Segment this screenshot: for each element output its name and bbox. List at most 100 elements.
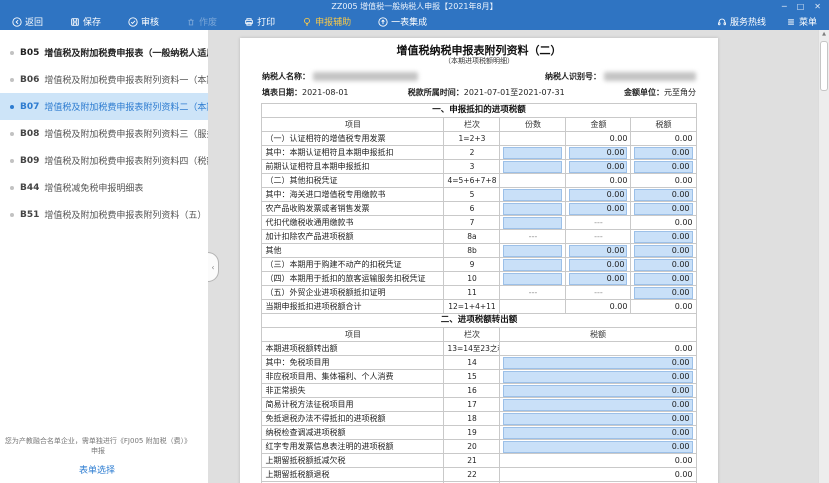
amount-input[interactable]: 0.00 — [503, 399, 692, 411]
amount-value: 0.00 — [631, 216, 696, 230]
back-button[interactable]: 返回 — [12, 15, 43, 28]
row-label: 其中：免税项目用 — [262, 356, 444, 370]
content-scrollbar[interactable]: ▲ — [818, 30, 829, 483]
table-row: 简易计税方法征税项目用170.00 — [262, 398, 696, 412]
sidebar-collapse-handle[interactable]: ‹ — [208, 252, 219, 282]
column-header: 税额 — [631, 118, 696, 132]
print-icon — [244, 17, 254, 27]
one-table-integrate-button[interactable]: 一表集成 — [378, 15, 427, 28]
menu-button[interactable]: 菜单 — [786, 15, 817, 28]
amount-input[interactable]: 0.00 — [634, 147, 692, 159]
window-controls: ─ □ ✕ — [782, 0, 821, 13]
sidebar-list: B05 增值税及附加税费申报表（一般纳税人适用） B06增值税及附加税费申报表附列资… — [0, 30, 208, 228]
bullet-icon — [10, 105, 14, 109]
amount-value: 0.00 — [500, 342, 696, 356]
close-button[interactable]: ✕ — [814, 0, 821, 13]
amount-input[interactable]: 0.00 — [569, 245, 627, 257]
amount-input[interactable]: 0.00 — [503, 357, 692, 369]
form-title: 增值税纳税申报表附列资料（二） — [240, 44, 718, 57]
maximize-button[interactable]: □ — [797, 0, 805, 13]
row-index: 16 — [444, 384, 500, 398]
row-index: 6 — [444, 202, 500, 216]
bullet-icon — [10, 132, 14, 136]
amount-input[interactable]: 0.00 — [569, 259, 627, 271]
amount-input[interactable] — [503, 161, 562, 173]
row-index: 5 — [444, 188, 500, 202]
amount-input[interactable] — [503, 189, 562, 201]
section-title: 二、进项税额转出额 — [262, 314, 696, 328]
amount-input[interactable]: 0.00 — [503, 427, 692, 439]
amount-input[interactable]: 0.00 — [569, 147, 627, 159]
amount-input[interactable] — [503, 273, 562, 285]
amount-input[interactable] — [503, 245, 562, 257]
row-label: （三）本期用于购建不动产的扣税凭证 — [262, 258, 444, 272]
form-code: B05 — [20, 48, 39, 58]
table-row: 其中：海关进口增值税专用缴款书50.000.00 — [262, 188, 696, 202]
amount-input[interactable]: 0.00 — [569, 161, 627, 173]
table-row: 非应税项目用、集体福利、个人消费150.00 — [262, 370, 696, 384]
amount-input[interactable]: 0.00 — [634, 231, 692, 243]
toolbar-right: 服务热线 菜单 — [717, 15, 817, 28]
amount-input[interactable]: 0.00 — [634, 161, 692, 173]
sidebar-item-b08[interactable]: B08增值税及附加税费申报表附列资料三（服务、不动产和无形资产扣除项目明细） — [0, 120, 208, 147]
amount-input[interactable]: 0.00 — [634, 259, 692, 271]
column-header: 项目 — [262, 328, 444, 342]
scrollbar-thumb[interactable] — [820, 41, 828, 91]
taxpayer-id: 纳税人识别号： — [545, 71, 696, 82]
form-select-link[interactable]: 表单选择 — [0, 463, 194, 476]
table-row: （一）认证相符的增值税专用发票1=2+30.000.00 — [262, 132, 696, 146]
bullet-icon — [10, 51, 14, 55]
sidebar-item-b05[interactable]: B05 增值税及附加税费申报表（一般纳税人适用） — [0, 39, 208, 66]
declaration-table-body: 一、申报抵扣的进项税额项目栏次份数金额税额（一）认证相符的增值税专用发票1=2+… — [262, 104, 696, 483]
print-button[interactable]: 打印 — [244, 15, 275, 28]
row-label: 代扣代缴税收通用缴款书 — [262, 216, 444, 230]
row-label: 其中：本期认证相符且本期申报抵扣 — [262, 146, 444, 160]
table-row: 纳税检查调减进项税额190.00 — [262, 426, 696, 440]
amount-input[interactable]: 0.00 — [569, 273, 627, 285]
amount-input[interactable]: 0.00 — [634, 203, 692, 215]
column-header: 栏次 — [444, 328, 500, 342]
form-label: 增值税及附加税费申报表附列资料一（本期销售情况明细） — [44, 73, 208, 86]
amount-input[interactable] — [503, 217, 562, 229]
not-applicable-cell: --- — [566, 216, 631, 230]
declare-assist-button[interactable]: 申报辅助 — [302, 15, 351, 28]
chevron-left-icon: ‹ — [211, 263, 214, 272]
audit-button[interactable]: 审核 — [128, 15, 159, 28]
amount-input[interactable]: 0.00 — [503, 371, 692, 383]
service-hotline-button[interactable]: 服务热线 — [717, 15, 766, 28]
amount-input[interactable]: 0.00 — [634, 273, 692, 285]
amount-input[interactable] — [503, 203, 562, 215]
save-button[interactable]: 保存 — [70, 15, 101, 28]
sidebar-item-b07[interactable]: B07增值税及附加税费申报表附列资料二（本期进项税额明细） — [0, 93, 208, 120]
row-label: 当期申报抵扣进项税额合计 — [262, 300, 444, 314]
table-row: 前期认证相符且本期申报抵扣30.000.00 — [262, 160, 696, 174]
amount-input[interactable]: 0.00 — [503, 413, 692, 425]
taxpayer-id-redacted — [604, 72, 696, 81]
amount-input[interactable]: 0.00 — [634, 287, 692, 299]
not-applicable-cell: --- — [500, 286, 566, 300]
row-label: （四）本期用于抵扣的旅客运输服务扣税凭证 — [262, 272, 444, 286]
table-row: 红字专用发票信息表注明的进项税额200.00 — [262, 440, 696, 454]
sidebar-item-b44[interactable]: B44增值税减免税申报明细表 — [0, 174, 208, 201]
row-label: 农产品收购发票或者销售发票 — [262, 202, 444, 216]
amount-input[interactable]: 0.00 — [634, 189, 692, 201]
amount-input[interactable] — [503, 147, 562, 159]
amount-input[interactable]: 0.00 — [569, 203, 627, 215]
amount-input[interactable] — [503, 259, 562, 271]
amount-input[interactable]: 0.00 — [503, 441, 692, 453]
row-label: 纳税检查调减进项税额 — [262, 426, 444, 440]
sidebar-item-b09[interactable]: B09增值税及附加税费申报表附列资料四（税额抵减情况表） — [0, 147, 208, 174]
row-index: 9 — [444, 258, 500, 272]
sidebar-item-b51[interactable]: B51增值税及附加税费申报表附列资料（五）（附加税费情况表） — [0, 201, 208, 228]
amount-input[interactable]: 0.00 — [503, 385, 692, 397]
audit-icon — [128, 17, 138, 27]
form-label: 增值税及附加税费申报表（一般纳税人适用） — [44, 46, 208, 59]
row-index: 10 — [444, 272, 500, 286]
amount-input[interactable]: 0.00 — [569, 189, 627, 201]
form-code: B08 — [20, 129, 39, 139]
scroll-up-arrow-icon[interactable]: ▲ — [819, 31, 829, 37]
sidebar-item-b06[interactable]: B06增值税及附加税费申报表附列资料一（本期销售情况明细） — [0, 66, 208, 93]
table-row: 本期进项税额转出额13=14至23之和0.00 — [262, 342, 696, 356]
minimize-button[interactable]: ─ — [782, 0, 787, 13]
amount-input[interactable]: 0.00 — [634, 245, 692, 257]
